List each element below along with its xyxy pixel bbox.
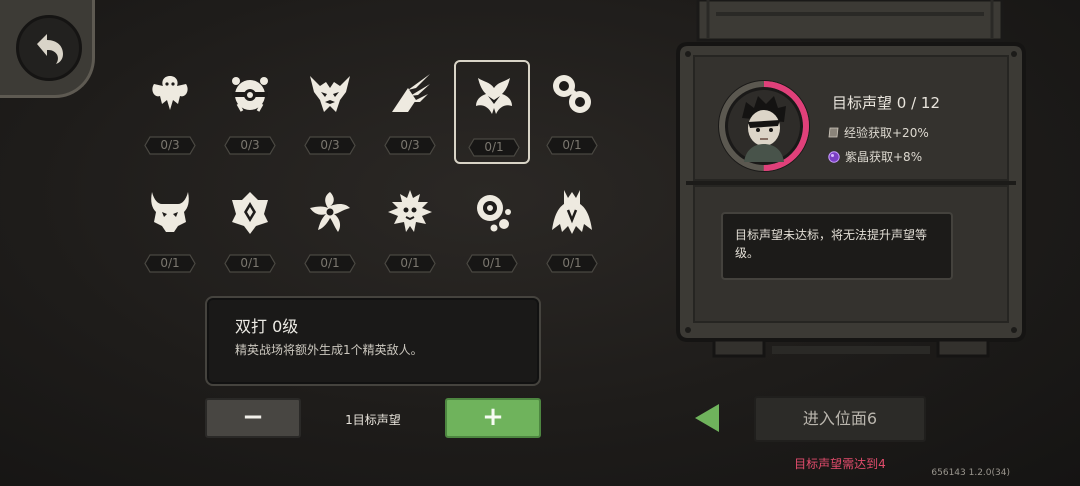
target-reputation-label: 1目标声望	[345, 413, 401, 427]
exp-bonus: 经验获取+20%	[828, 124, 929, 141]
twin-flame-emblem-icon	[476, 78, 512, 114]
mutator-count: 0/3	[384, 136, 436, 155]
crest-gem-emblem-icon	[232, 192, 268, 234]
horned-skull-emblem-icon	[310, 76, 350, 112]
mutator-count: 0/1	[384, 254, 436, 273]
mutator-cell[interactable]: 0/1	[132, 178, 208, 282]
mutator-cell[interactable]: 0/3	[132, 60, 208, 164]
mutator-detail-panel: 双打 0级 精英战场将额外生成1个精英敌人。	[205, 296, 541, 386]
crystal-bonus: 紫晶获取+8%	[828, 148, 922, 165]
winged-beast-emblem-icon	[152, 76, 188, 110]
back-button[interactable]	[16, 15, 82, 81]
increase-level-button[interactable]: +	[445, 398, 541, 438]
mutator-cell[interactable]: 0/3	[372, 60, 448, 164]
reputation-title: 目标声望 0 / 12	[832, 94, 940, 112]
exp-crate-icon	[828, 127, 839, 138]
back-arrow-icon	[37, 34, 63, 64]
mutator-count: 0/1	[304, 254, 356, 273]
reputation-case-panel	[676, 0, 1026, 358]
decrease-level-button[interactable]: −	[205, 398, 301, 438]
spiked-bug-emblem-icon	[388, 190, 432, 232]
mutator-cell-selected[interactable]: 0/1	[454, 60, 530, 164]
bound-eye-emblem-icon	[232, 77, 268, 112]
enter-plane-button[interactable]: 进入位面6	[754, 396, 926, 442]
mutator-count: 0/1	[224, 254, 276, 273]
mutator-cell[interactable]: 0/3	[292, 60, 368, 164]
mutator-count: 0/3	[224, 136, 276, 155]
player-avatar	[718, 80, 810, 172]
mutator-count: 0/1	[468, 138, 520, 157]
purple-crystal-icon	[828, 150, 840, 163]
spiral-star-emblem-icon	[310, 192, 350, 232]
mutator-count: 0/1	[466, 254, 518, 273]
version-label: 656143 1.2.0(34)	[931, 468, 1010, 478]
mutator-cell[interactable]: 0/1	[454, 178, 530, 282]
mutator-detail-title: 双打 0级	[235, 317, 299, 336]
enter-requirement-text: 目标声望需达到4	[794, 457, 886, 471]
horned-demon-emblem-icon	[151, 192, 189, 232]
mutator-cell[interactable]: 0/1	[292, 178, 368, 282]
back-button-frame	[0, 0, 95, 98]
mutator-cell[interactable]: 0/1	[372, 178, 448, 282]
mutator-count: 0/1	[546, 254, 598, 273]
mutator-count: 0/3	[304, 136, 356, 155]
mutator-count: 0/3	[144, 136, 196, 155]
roots-emblem-icon	[552, 190, 592, 234]
mutator-count: 0/1	[144, 254, 196, 273]
mutator-cell[interactable]: 0/3	[212, 60, 288, 164]
mutator-count: 0/1	[546, 136, 598, 155]
mutator-cell[interactable]: 0/1	[534, 178, 610, 282]
swirl-orbs-emblem-icon	[553, 75, 591, 113]
mutator-cell[interactable]: 0/1	[212, 178, 288, 282]
claw-strike-emblem-icon	[392, 74, 430, 112]
mutator-detail-description: 精英战场将额外生成1个精英敌人。	[235, 343, 423, 357]
reputation-warning: 目标声望未达标，将无法提升声望等级。	[721, 212, 953, 280]
mutator-cell[interactable]: 0/1	[534, 60, 610, 164]
eye-bubbles-emblem-icon	[477, 195, 511, 232]
previous-plane-arrow-icon[interactable]	[693, 402, 721, 434]
